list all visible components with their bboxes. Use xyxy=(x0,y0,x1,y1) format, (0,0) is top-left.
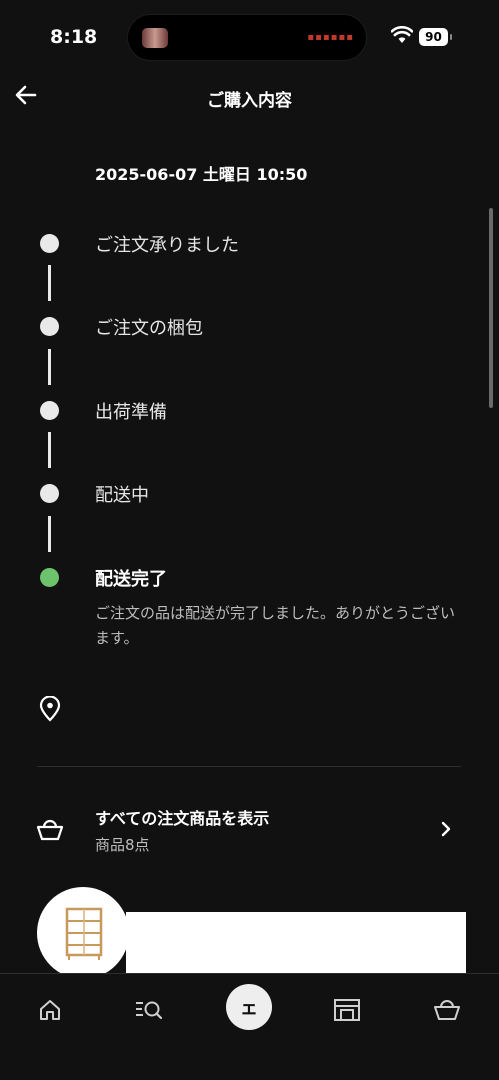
item-count: 商品8点 xyxy=(95,836,150,854)
battery-nub xyxy=(450,34,452,40)
home-icon xyxy=(40,1000,60,1020)
timeline-step-packing: ご注文の梱包 xyxy=(95,318,203,339)
chevron-right-icon xyxy=(441,821,451,837)
search-list-icon xyxy=(136,1001,163,1020)
delivery-message: ご注文の品は配送が完了しました。ありがとうございます。 xyxy=(95,604,456,647)
timeline-connector xyxy=(48,516,51,552)
battery-indicator: 90 xyxy=(419,28,448,46)
timeline-dot xyxy=(40,234,59,253)
timeline-step-shipping-prep: 出荷準備 xyxy=(95,402,167,423)
timeline-connector xyxy=(48,349,51,385)
nav-cart[interactable] xyxy=(425,988,469,1032)
scrollbar[interactable] xyxy=(489,208,493,408)
timeline-step-in-transit: 配送中 xyxy=(95,485,149,506)
timeline-dot xyxy=(40,317,59,336)
timeline-connector xyxy=(48,432,51,468)
view-all-items-label: すべての注文商品を表示 xyxy=(95,809,270,828)
timeline-step-received: ご注文承りました xyxy=(95,235,239,256)
timeline-connector xyxy=(48,265,51,301)
status-bar: 8:18 ▪▪▪▪▪▪ 90 xyxy=(0,0,499,74)
now-playing-thumbnail xyxy=(142,28,168,48)
order-date: 2025-06-07 土曜日 10:50 xyxy=(95,165,308,184)
store-icon xyxy=(334,999,360,1021)
product-thumbnail[interactable] xyxy=(37,887,129,979)
basket-icon xyxy=(36,819,64,841)
timeline-dot xyxy=(40,401,59,420)
shelf-image xyxy=(65,907,103,960)
page-title: ご購入内容 xyxy=(207,91,292,111)
location-pin-icon xyxy=(39,696,61,722)
dynamic-island[interactable]: ▪▪▪▪▪▪ xyxy=(127,14,367,61)
timeline-step-delivered: 配送完了 xyxy=(95,569,167,590)
nav-home[interactable] xyxy=(28,988,72,1032)
audio-wave-icon: ▪▪▪▪▪▪ xyxy=(307,32,354,43)
timeline-dot xyxy=(40,484,59,503)
nav-store[interactable] xyxy=(325,988,369,1032)
basket-icon xyxy=(434,1000,460,1020)
nav-search[interactable] xyxy=(127,988,171,1032)
status-time: 8:18 xyxy=(50,26,98,48)
bottom-nav: ェ xyxy=(0,973,499,1080)
redacted-product-info xyxy=(126,912,466,974)
timeline-dot-current xyxy=(40,568,59,587)
wifi-icon xyxy=(391,26,413,43)
nav-center-button[interactable]: ェ xyxy=(226,984,272,1030)
divider xyxy=(37,766,461,767)
view-all-items-button[interactable]: すべての注文商品を表示 商品8点 xyxy=(0,790,499,870)
